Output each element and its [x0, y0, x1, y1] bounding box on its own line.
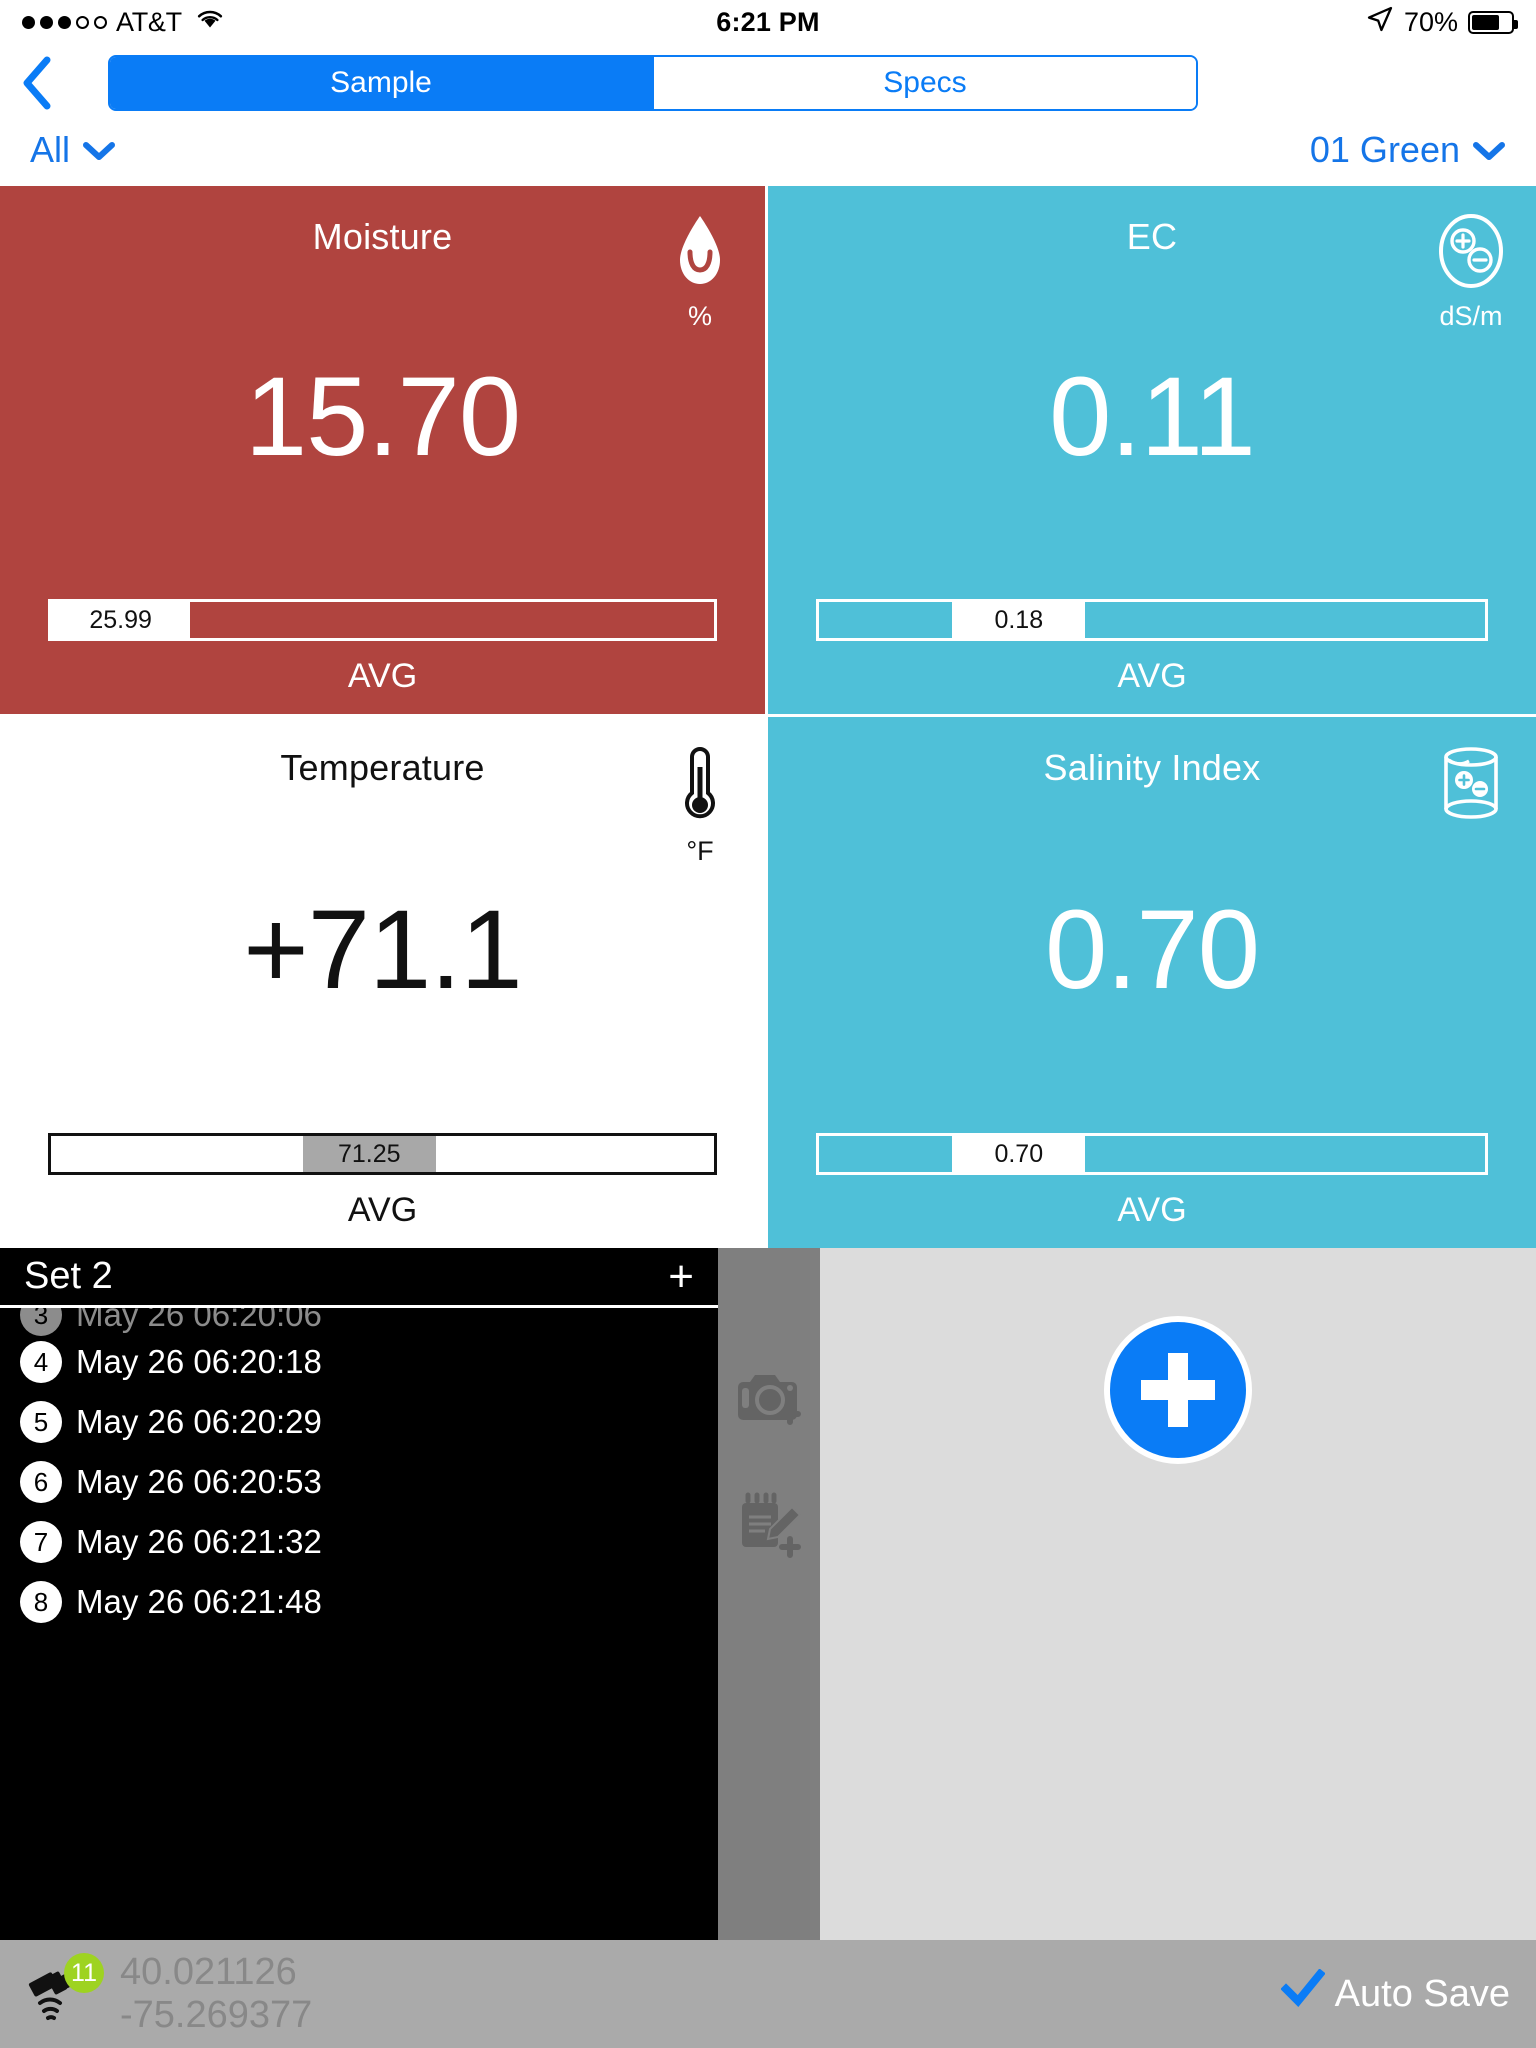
status-bar: AT&T 6:21 PM 70%	[0, 0, 1536, 45]
chevron-left-icon	[23, 56, 51, 109]
list-item[interactable]: 3 May 26 06:20:06	[0, 1308, 718, 1336]
row-number-badge: 7	[20, 1521, 62, 1563]
tile-footer: 0.18 AVG	[786, 599, 1518, 714]
latitude-value: 40.021126	[120, 1951, 297, 1994]
row-timestamp: May 26 06:20:29	[76, 1403, 322, 1440]
row-number-badge: 3	[20, 1308, 62, 1336]
row-number-badge: 4	[20, 1341, 62, 1383]
row-number-badge: 5	[20, 1401, 62, 1443]
tile-salinity-index[interactable]: Salinity Index 0.70 0.70 AVG	[768, 717, 1536, 1248]
avg-bar: 25.99	[48, 599, 717, 641]
avg-label: AVG	[1117, 657, 1187, 695]
filter-location-dropdown[interactable]: 01 Green	[1310, 129, 1506, 171]
avg-marker: 0.70	[952, 1136, 1086, 1172]
tab-specs[interactable]: Specs	[652, 56, 1196, 109]
add-sample-button[interactable]	[1104, 1316, 1252, 1464]
tile-ec[interactable]: EC dS/m 0.11 0.18 AVG	[768, 186, 1536, 717]
avg-marker: 25.99	[51, 602, 191, 638]
measurement-grid: Moisture % 15.70 25.99 AVG EC dS/m 0.11 …	[0, 186, 1536, 1248]
tile-footer: 0.70 AVG	[786, 1133, 1518, 1248]
avg-label: AVG	[1117, 1191, 1187, 1229]
filter-row: All 01 Green	[0, 120, 1536, 186]
tile-value: 0.11	[1049, 354, 1256, 479]
row-timestamp: May 26 06:20:18	[76, 1343, 322, 1380]
filter-location-label: 01 Green	[1309, 129, 1460, 170]
battery-icon	[1468, 11, 1518, 34]
add-set-button[interactable]: +	[668, 1254, 694, 1299]
satellite-count-badge: 11	[64, 1953, 104, 1993]
row-timestamp: May 26 06:21:32	[76, 1523, 322, 1560]
filter-all-label: All	[30, 129, 71, 170]
chevron-down-icon	[1472, 129, 1506, 171]
list-item[interactable]: 4 May 26 06:20:18	[0, 1332, 718, 1392]
tile-icon-group: dS/m	[1432, 212, 1510, 332]
avg-bar: 0.18	[816, 599, 1488, 641]
tile-value: +71.1	[243, 886, 522, 1012]
back-button[interactable]	[20, 55, 80, 111]
segmented-control: Sample Specs	[108, 54, 1198, 111]
bottom-region: Set 2 + 3 May 26 06:20:06 4 May 26 06:20…	[0, 1248, 1536, 1940]
avg-label: AVG	[347, 1191, 418, 1229]
row-number-badge: 6	[20, 1461, 62, 1503]
tool-column	[718, 1248, 820, 1940]
add-note-button[interactable]	[732, 1491, 806, 1566]
set-list-panel: Set 2 + 3 May 26 06:20:06 4 May 26 06:20…	[0, 1248, 718, 1940]
avg-marker: 71.25	[302, 1136, 436, 1172]
coordinates: 40.021126 -75.269377	[120, 1951, 312, 2036]
row-timestamp: May 26 06:20:53	[76, 1463, 322, 1500]
thermometer-icon	[680, 743, 720, 830]
add-photo-button[interactable]	[732, 1366, 806, 1433]
tile-footer: 25.99 AVG	[18, 599, 747, 714]
tile-value: 15.70	[244, 354, 521, 479]
note-edit-add-icon	[732, 1492, 806, 1565]
camera-add-icon	[732, 1375, 806, 1432]
auto-save-label: Auto Save	[1334, 1972, 1510, 2015]
ec-oval-plus-minus-icon	[1436, 212, 1506, 295]
satellite-icon: 11	[26, 1953, 104, 2031]
check-icon	[1279, 1968, 1326, 2019]
beaker-plus-minus-icon	[1435, 743, 1507, 828]
tile-icon-group	[1432, 743, 1510, 834]
list-item[interactable]: 5 May 26 06:20:29	[0, 1392, 718, 1452]
gps-status[interactable]: 11 40.021126 -75.269377	[26, 1951, 312, 2036]
tile-value: 0.70	[1045, 886, 1260, 1012]
tile-temperature[interactable]: Temperature °F +71.1 71.25 AVG	[0, 717, 768, 1248]
list-item[interactable]: 7 May 26 06:21:32	[0, 1512, 718, 1572]
tab-sample[interactable]: Sample	[110, 56, 652, 109]
set-list-header: Set 2 +	[0, 1248, 718, 1308]
add-sample-pane	[820, 1248, 1536, 1940]
plus-icon	[1141, 1353, 1215, 1427]
chevron-down-icon	[82, 129, 116, 171]
app-root: AT&T 6:21 PM 70% Sample Specs All 01 Gre…	[0, 0, 1536, 2048]
tile-moisture[interactable]: Moisture % 15.70 25.99 AVG	[0, 186, 768, 717]
filter-all-dropdown[interactable]: All	[30, 129, 116, 171]
tile-footer: 71.25 AVG	[18, 1133, 747, 1248]
water-drop-icon	[672, 212, 728, 295]
footer-bar: 11 40.021126 -75.269377 Auto Save	[0, 1940, 1536, 2048]
tile-unit: °F	[686, 836, 714, 866]
avg-bar: 0.70	[816, 1133, 1488, 1175]
auto-save-toggle[interactable]: Auto Save	[1279, 1968, 1510, 2019]
avg-label: AVG	[347, 657, 418, 695]
row-number-badge: 8	[20, 1581, 62, 1623]
set-rows[interactable]: 3 May 26 06:20:06 4 May 26 06:20:18 5 Ma…	[0, 1308, 718, 1940]
tile-icon-group: °F	[661, 743, 739, 867]
list-item[interactable]: 8 May 26 06:21:48	[0, 1572, 718, 1632]
status-bar-time: 6:21 PM	[716, 7, 820, 37]
tile-unit: dS/m	[1439, 301, 1503, 331]
tile-unit: %	[687, 301, 712, 331]
row-timestamp: May 26 06:20:06	[76, 1308, 322, 1333]
set-title: Set 2	[24, 1255, 113, 1297]
nav-bar: Sample Specs	[0, 45, 1536, 120]
longitude-value: -75.269377	[120, 1994, 313, 2036]
tile-icon-group: %	[661, 212, 739, 332]
list-item[interactable]: 6 May 26 06:20:53	[0, 1452, 718, 1512]
avg-marker: 0.18	[952, 602, 1086, 638]
avg-bar: 71.25	[48, 1133, 717, 1175]
row-timestamp: May 26 06:21:48	[76, 1583, 322, 1620]
